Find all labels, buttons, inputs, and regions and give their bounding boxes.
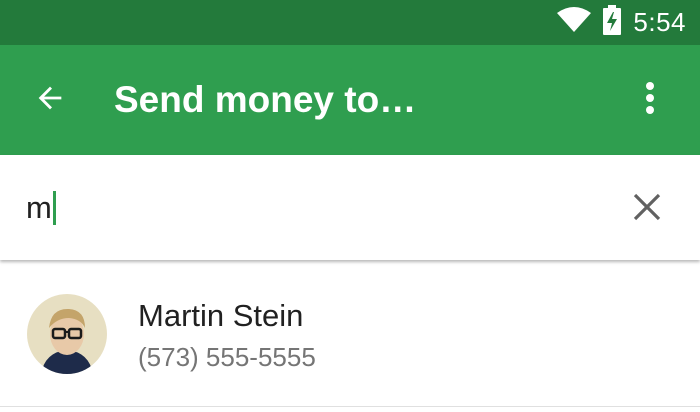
contact-results-list: Martin Stein (573) 555-5555 [0,262,700,412]
status-time: 5:54 [633,7,686,37]
clear-search-button[interactable] [620,182,674,236]
back-button[interactable] [22,72,78,128]
more-vert-icon [645,81,655,120]
search-input-value: m [26,190,52,225]
search-input[interactable]: m [26,185,56,231]
status-icons: 5:54 [557,0,686,45]
row-divider [0,406,700,407]
contact-row-martin-stein[interactable]: Martin Stein (573) 555-5555 [0,262,700,407]
page-title: Send money to… [114,79,417,120]
status-bar: 5:54 [0,0,700,45]
app-bar: Send money to… [0,45,700,155]
battery-charging-icon [603,5,622,40]
text-caret [52,191,56,225]
wifi-icon [557,7,592,38]
contact-name: Martin Stein [138,298,304,333]
contact-phone: (573) 555-5555 [138,342,316,372]
avatar [27,294,107,374]
arrow-back-icon [33,81,67,120]
overflow-menu-button[interactable] [622,72,678,128]
close-icon [632,192,662,227]
search-bar: m [0,155,700,260]
